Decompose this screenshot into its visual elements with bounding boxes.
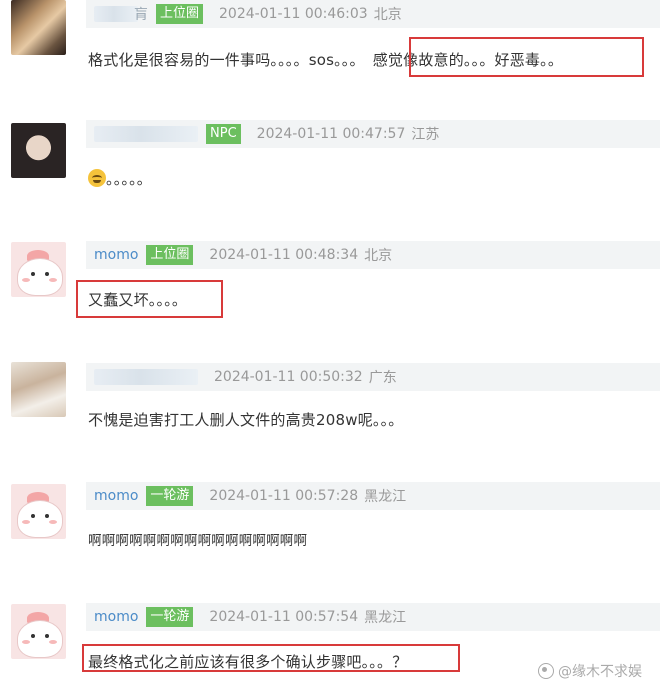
avatar-blush [22, 640, 30, 644]
comment-text: 。。。。。 [88, 168, 152, 189]
comment-location: 江苏 [411, 127, 440, 143]
comment-meta: momo 一轮游 2024-01-11 00:57:54 黑龙江 [86, 603, 660, 631]
comment-text-part: 格式化是很容易的一件事吗。。。。sos。。。 [88, 51, 365, 69]
user-tag[interactable]: 一轮游 [146, 607, 194, 627]
highlight-box [76, 280, 223, 318]
avatar-eye [31, 634, 35, 638]
avatar-eye [45, 634, 49, 638]
avatar-face [17, 258, 63, 296]
blurred-username[interactable] [94, 6, 138, 22]
avatar-face [17, 620, 63, 658]
comment-time: 2024-01-11 00:46:03 [219, 6, 368, 22]
comment-location: 黑龙江 [364, 489, 407, 505]
comment-meta: momo 上位圈 2024-01-11 00:48:34 北京 [86, 241, 660, 269]
comment-time: 2024-01-11 00:47:57 [256, 126, 406, 142]
comment-meta: momo 一轮游 2024-01-11 00:57:28 黑龙江 [86, 482, 660, 510]
avatar-eye [31, 272, 35, 276]
user-tag[interactable]: 上位圈 [146, 245, 194, 265]
blurred-username[interactable] [94, 126, 198, 142]
username[interactable]: momo [94, 609, 138, 625]
avatar-eye [31, 514, 35, 518]
comment-time: 2024-01-11 00:57:54 [209, 609, 359, 625]
user-avatar[interactable] [11, 0, 66, 55]
user-avatar[interactable] [11, 362, 66, 417]
comment-location: 广东 [368, 370, 397, 386]
grinning-face-emoji [88, 169, 106, 187]
user-avatar[interactable] [11, 123, 66, 178]
avatar-blush [49, 640, 57, 644]
avatar-blush [49, 520, 57, 524]
comment-meta: 肓 上位圈 2024-01-11 00:46:03 北京 [86, 0, 660, 28]
watermark-logo-icon [538, 663, 554, 679]
avatar-blush [49, 278, 57, 282]
username-partial[interactable]: 肓 [134, 4, 148, 24]
highlight-box [82, 644, 460, 672]
avatar-blush [22, 520, 30, 524]
comment-time: 2024-01-11 00:50:32 [214, 369, 363, 385]
comment-location: 北京 [373, 7, 402, 23]
comment-time: 2024-01-11 00:48:34 [209, 247, 359, 263]
avatar-blush [22, 278, 30, 282]
comment-text: 不愧是迫害打工人删人文件的高贵208w呢。。。 [88, 411, 404, 429]
comment-time: 2024-01-11 00:57:28 [209, 488, 359, 504]
watermark: @缘木不求娱 [538, 661, 642, 681]
user-avatar[interactable] [11, 604, 66, 659]
user-tag[interactable]: 上位圈 [156, 4, 204, 24]
highlight-box [409, 37, 644, 77]
avatar-eye [45, 272, 49, 276]
comment-text-body: 。。。。。 [106, 170, 153, 188]
avatar-face [17, 500, 63, 538]
comment-text: 啊啊啊啊啊啊啊啊啊啊啊啊啊啊啊啊 [88, 533, 308, 549]
username[interactable]: momo [94, 247, 138, 263]
comment-location: 黑龙江 [364, 610, 407, 626]
user-tag[interactable]: NPC [206, 124, 241, 144]
comment-meta: NPC 2024-01-11 00:47:57 江苏 [86, 120, 660, 148]
blurred-username[interactable] [94, 369, 198, 385]
user-avatar[interactable] [11, 484, 66, 539]
username[interactable]: momo [94, 488, 138, 504]
user-avatar[interactable] [11, 242, 66, 297]
avatar-eye [45, 514, 49, 518]
user-tag[interactable]: 一轮游 [146, 486, 194, 506]
comment-location: 北京 [364, 248, 393, 264]
watermark-text: @缘木不求娱 [558, 664, 642, 680]
comment-meta: 2024-01-11 00:50:32 广东 [86, 363, 660, 391]
